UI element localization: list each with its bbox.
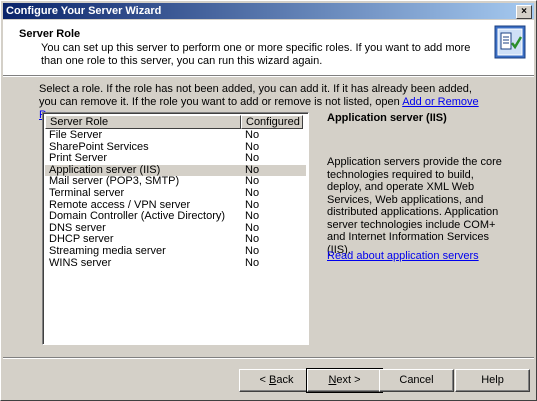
- table-row[interactable]: WINS server No: [45, 256, 306, 270]
- help-button[interactable]: Help: [455, 369, 530, 392]
- row-configured: No: [245, 256, 260, 269]
- title-bar[interactable]: Configure Your Server Wizard ×: [3, 3, 534, 19]
- role-detail-panel: Application server (IIS) Application ser…: [327, 112, 527, 262]
- row-server-role: Terminal server: [49, 186, 125, 199]
- window-title: Configure Your Server Wizard: [6, 5, 162, 17]
- row-server-role: Domain Controller (Active Directory): [49, 210, 226, 223]
- column-header-configured[interactable]: Configured: [241, 115, 303, 129]
- row-server-role: File Server: [49, 129, 103, 141]
- table-row[interactable]: File Server No: [45, 129, 306, 142]
- list-rows: File Server No SharePoint Services No Print …: [45, 129, 306, 270]
- column-header-server-role[interactable]: Server Role: [45, 115, 241, 129]
- role-detail-title: Application server (IIS): [327, 112, 447, 124]
- page-title: Server Role: [19, 28, 81, 40]
- read-about-link[interactable]: Read about application servers: [327, 250, 479, 262]
- footer-separator: [3, 357, 534, 359]
- table-row[interactable]: Domain Controller (Active Directory) No: [45, 211, 306, 223]
- header-separator: [3, 76, 534, 77]
- wizard-icon: [494, 25, 526, 59]
- table-row[interactable]: Terminal server No: [45, 186, 306, 200]
- row-configured: No: [245, 129, 260, 141]
- table-row[interactable]: Streaming media server No: [45, 244, 306, 258]
- next-button[interactable]: Next >: [306, 368, 383, 393]
- back-label-post: ack: [276, 374, 294, 386]
- close-icon[interactable]: ×: [516, 5, 532, 19]
- cancel-button[interactable]: Cancel: [379, 369, 454, 392]
- next-label-post: ext >: [336, 374, 361, 386]
- row-server-role: Streaming media server: [49, 244, 166, 257]
- role-detail-description: Application servers provide the core tec…: [327, 156, 502, 256]
- row-configured: No: [245, 244, 260, 257]
- row-server-role: WINS server: [49, 256, 112, 269]
- row-configured: No: [245, 210, 260, 223]
- wizard-header: Server Role You can set up this server t…: [3, 20, 534, 76]
- back-button[interactable]: < Back: [239, 369, 314, 392]
- page-description: You can set up this server to perform on…: [41, 42, 471, 67]
- row-configured: No: [245, 186, 260, 199]
- wizard-window: Configure Your Server Wizard × Server Ro…: [0, 0, 537, 401]
- back-label-pre: <: [259, 374, 269, 386]
- list-header: Server Role Configured: [45, 115, 306, 129]
- server-role-list[interactable]: Server Role Configured File Server No Shar…: [42, 112, 309, 345]
